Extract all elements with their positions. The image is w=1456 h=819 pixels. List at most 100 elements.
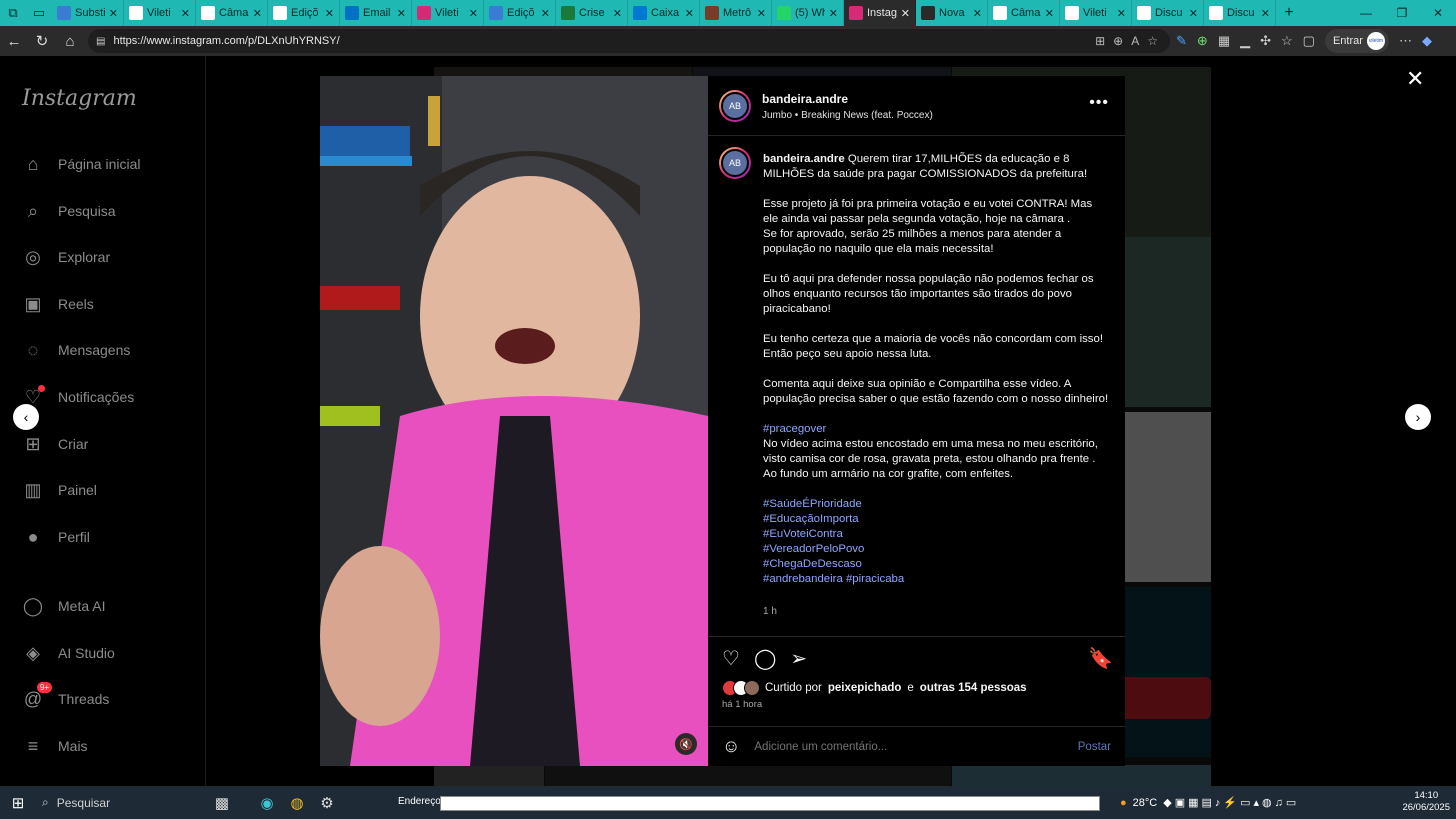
close-modal-icon[interactable]: ✕ [1406, 66, 1424, 92]
windows-start-icon[interactable]: ⊞ [0, 786, 36, 819]
tab-close-icon[interactable]: ✕ [613, 7, 622, 20]
other-likers[interactable]: outras 154 pessoas [920, 682, 1027, 694]
more-menu-icon[interactable]: ⋯ [1399, 33, 1412, 49]
back-icon[interactable]: ← [0, 27, 28, 55]
browser-tab[interactable]: Câma ✕ [988, 0, 1060, 26]
split-screen-icon[interactable]: ⊞ [1095, 34, 1105, 48]
hashtag-link[interactable]: #pracegover [763, 422, 1109, 437]
taskbar-clock[interactable]: 14:10 26/06/2025 [1402, 790, 1450, 814]
extensions-icon[interactable]: ✣ [1260, 33, 1271, 49]
tab-close-icon[interactable]: ✕ [973, 7, 982, 20]
browser-tab[interactable]: Nova ✕ [916, 0, 988, 26]
hashtag-link[interactable]: #EducaçãoImporta [763, 512, 1109, 527]
sidebar-item-reels[interactable]: ▣ Reels [22, 292, 93, 316]
post-comment-button[interactable]: Postar [1078, 741, 1111, 753]
instagram-logo[interactable]: Instagram [22, 86, 137, 111]
close-window-icon[interactable]: ✕ [1420, 0, 1456, 26]
read-aloud-icon[interactable]: A [1131, 34, 1139, 48]
caption-avatar[interactable]: AB [719, 147, 751, 179]
share-paper-plane-icon[interactable]: ➢ [790, 646, 807, 671]
next-post-arrow-icon[interactable]: › [1405, 404, 1431, 430]
tab-close-icon[interactable]: ✕ [901, 7, 910, 20]
taskbar-search[interactable]: ⌕ Pesquisar [36, 786, 192, 819]
settings-taskbar-icon[interactable]: ⚙ [312, 786, 342, 819]
hashtag-link[interactable]: #EuVoteiContra [763, 527, 1109, 542]
tab-close-icon[interactable]: ✕ [253, 7, 262, 20]
widget-icon[interactable]: ▩ [192, 786, 252, 819]
sidebar-item-perfil[interactable]: ● Perfil [22, 525, 90, 549]
restore-icon[interactable]: ❐ [1384, 0, 1420, 26]
more-options-icon[interactable]: ••• [1089, 94, 1109, 112]
like-heart-icon[interactable]: ♡ [722, 646, 740, 671]
browser-tab[interactable]: Caixa ✕ [628, 0, 700, 26]
chrome-taskbar-icon[interactable]: ◍ [282, 786, 312, 819]
previous-post-arrow-icon[interactable]: ‹ [13, 404, 39, 430]
sidebar-item-ai-studio[interactable]: ◈ AI Studio [22, 641, 115, 665]
sidebar-item-pesquisa[interactable]: ⌕ Pesquisa [22, 199, 116, 223]
tab-close-icon[interactable]: ✕ [1189, 7, 1198, 20]
comment-bubble-icon[interactable]: ◯ [754, 646, 776, 671]
hashtag-link[interactable]: #SaúdeÉPrioridade [763, 497, 1109, 512]
browser-tab[interactable]: (5) Wh ✕ [772, 0, 844, 26]
browser-tab[interactable]: Discu ✕ [1204, 0, 1276, 26]
comment-input[interactable] [754, 740, 1078, 753]
tab-close-icon[interactable]: ✕ [1261, 7, 1270, 20]
collections-icon[interactable]: ▢ [1303, 33, 1315, 49]
browser-tab[interactable]: Vileti ✕ [1060, 0, 1132, 26]
tab-close-icon[interactable]: ✕ [757, 7, 766, 20]
browser-tab[interactable]: Instag ✕ [844, 0, 916, 26]
sidebar-item-threads[interactable]: @9+ Threads [22, 682, 109, 711]
zoom-icon[interactable]: ⊕ [1113, 34, 1123, 48]
extension-chart-icon[interactable]: ▁ [1240, 33, 1250, 49]
sign-in-button[interactable]: Entrar viletim [1324, 29, 1389, 53]
address-toolbar-input[interactable] [440, 796, 1100, 811]
liker-username[interactable]: peixepichado [828, 682, 902, 694]
edge-taskbar-icon[interactable]: ◉ [252, 786, 282, 819]
tab-close-icon[interactable]: ✕ [541, 7, 550, 20]
tab-close-icon[interactable]: ✕ [109, 7, 118, 20]
tab-close-icon[interactable]: ✕ [685, 7, 694, 20]
sidebar-item-meta-ai[interactable]: ◯ Meta AI [22, 594, 106, 618]
browser-tab[interactable]: Email ✕ [340, 0, 412, 26]
likes-summary[interactable]: Curtido por peixepichado e outras 154 pe… [722, 680, 1027, 696]
tab-actions-icon[interactable]: ▭ [26, 0, 52, 26]
emoji-icon[interactable]: ☺ [722, 736, 740, 757]
browser-tab[interactable]: Metrô ✕ [700, 0, 772, 26]
sidebar-item-mensagens[interactable]: ◌ Mensagens [22, 338, 131, 362]
hashtag-link[interactable]: #andrebandeira #piracicaba [763, 572, 1109, 587]
temperature[interactable]: 28°C [1133, 797, 1158, 809]
sidebar-item-página-inicial[interactable]: ⌂ Página inicial [22, 152, 141, 176]
browser-tab[interactable]: Substi ✕ [52, 0, 124, 26]
favorites-icon[interactable]: ☆ [1281, 33, 1293, 49]
browser-tab[interactable]: Vileti ✕ [124, 0, 196, 26]
reel-video[interactable]: 🔇 [320, 76, 708, 766]
minimize-icon[interactable]: — [1348, 0, 1384, 26]
home-icon[interactable]: ⌂ [56, 27, 84, 55]
tab-close-icon[interactable]: ✕ [469, 7, 478, 20]
tray-icons[interactable]: ◆▣▦▤♪⚡▭▴◍♫▭ [1163, 796, 1299, 809]
reload-icon[interactable]: ↻ [28, 27, 56, 55]
tab-close-icon[interactable]: ✕ [181, 7, 190, 20]
browser-tab[interactable]: Discu ✕ [1132, 0, 1204, 26]
weather-icon[interactable]: ● [1120, 797, 1127, 809]
workspaces-icon[interactable]: ⧉ [0, 0, 26, 26]
tab-close-icon[interactable]: ✕ [829, 7, 838, 20]
caption-username[interactable]: bandeira.andre [763, 153, 845, 165]
tab-close-icon[interactable]: ✕ [325, 7, 334, 20]
browser-tab[interactable]: Ediçõ ✕ [484, 0, 556, 26]
browser-tab[interactable]: Crise ✕ [556, 0, 628, 26]
favorite-star-icon[interactable]: ☆ [1147, 34, 1158, 48]
sidebar-item-notificações[interactable]: ♡ Notificações [22, 385, 134, 409]
extension-pen-icon[interactable]: ✎ [1176, 33, 1187, 49]
site-info-icon[interactable]: ▤ [96, 36, 105, 47]
browser-tab[interactable]: Câmar ✕ [196, 0, 268, 26]
sidebar-item-painel[interactable]: ▥ Painel [22, 478, 96, 502]
sidebar-item-explorar[interactable]: ◎ Explorar [22, 245, 110, 269]
extension-plus-icon[interactable]: ⊕ [1197, 33, 1208, 49]
author-avatar[interactable]: AB [719, 90, 751, 122]
tab-close-icon[interactable]: ✕ [397, 7, 406, 20]
copilot-icon[interactable]: ◆ [1422, 33, 1432, 49]
hashtag-link[interactable]: #ChegaDeDescaso [763, 557, 1109, 572]
author-username[interactable]: bandeira.andre [762, 92, 848, 106]
mute-icon[interactable]: 🔇 [676, 734, 696, 754]
